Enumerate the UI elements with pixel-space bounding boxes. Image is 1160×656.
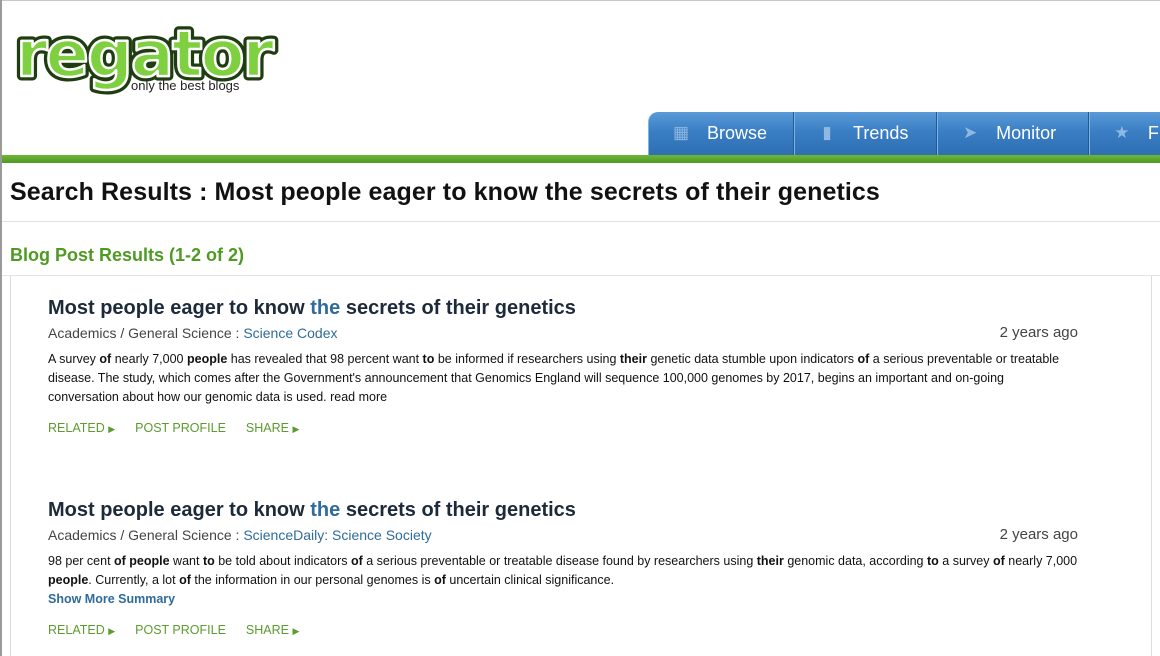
result-item: Most people eager to know the secrets of… <box>48 296 1078 435</box>
keyword-highlight: people <box>48 573 89 587</box>
related-label: RELATED <box>48 421 105 435</box>
logo-tagline: only the best blogs <box>131 78 240 93</box>
tab-monitor[interactable]: ➤ Monitor <box>937 112 1089 155</box>
tab-browse[interactable]: ▦ Browse <box>648 112 794 155</box>
result-age: 2 years ago <box>999 324 1078 341</box>
result-title-part: secrets of their genetics <box>340 297 576 319</box>
play-arrow-icon: ▶ <box>292 626 300 636</box>
keyword-highlight: their <box>756 554 784 568</box>
play-arrow-icon: ▶ <box>108 424 116 434</box>
keyword-highlight: their <box>619 352 647 366</box>
result-source-link[interactable]: Science Codex <box>243 325 337 341</box>
keyword-highlight: of people <box>114 554 170 568</box>
result-title-highlight: the <box>310 297 341 319</box>
share-label: SHARE <box>245 623 289 637</box>
tab-trends[interactable]: ▮ Trends <box>794 112 938 155</box>
related-label: RELATED <box>48 623 105 637</box>
monitor-icon: ➤ <box>963 123 978 142</box>
meta-separator: : <box>231 527 244 543</box>
tab-monitor-label: Monitor <box>996 123 1057 143</box>
result-meta: Academics / General Science : Science Co… <box>48 322 1078 344</box>
keyword-highlight: of <box>99 352 112 366</box>
keyword-highlight: to <box>202 554 215 568</box>
keyword-highlight: of <box>434 573 446 587</box>
meta-separator: : <box>231 325 244 341</box>
result-title-part: Most people eager to know <box>48 297 311 319</box>
tab-favorites[interactable]: ★ F <box>1088 112 1160 155</box>
keyword-highlight: of <box>857 352 870 366</box>
tab-trends-label: Trends <box>853 123 909 143</box>
result-category: Academics / General Science <box>48 527 232 543</box>
result-title-part: secrets of their genetics <box>340 499 576 521</box>
section-title: Blog Post Results (1-2 of 2) <box>10 245 245 265</box>
page-title: Search Results : Most people eager to kn… <box>10 178 880 206</box>
result-category: Academics / General Science <box>48 325 232 341</box>
result-actions: RELATED ▶ POST PROFILE SHARE ▶ <box>48 623 1078 637</box>
keyword-highlight: of <box>179 573 191 587</box>
result-title-highlight: the <box>310 499 341 521</box>
browse-icon: ▦ <box>672 123 690 142</box>
result-age: 2 years ago <box>999 526 1078 543</box>
summary-text: 98 per cent of people want to be told ab… <box>48 554 1078 587</box>
main-nav-tabs: ▦ Browse ▮ Trends ➤ Monitor ★ F <box>648 112 1160 155</box>
show-more-summary-link[interactable]: Show More Summary <box>48 592 175 606</box>
tab-favorites-label: F <box>1147 123 1159 143</box>
keyword-highlight: of <box>992 554 1005 568</box>
divider <box>2 221 1160 222</box>
result-item: Most people eager to know the secrets of… <box>48 498 1078 637</box>
post-profile-link[interactable]: POST PROFILE <box>135 421 226 435</box>
result-title-part: Most people eager to know <box>48 499 311 521</box>
keyword-highlight: to <box>422 352 435 366</box>
share-label: SHARE <box>245 421 289 435</box>
result-summary: A survey of nearly 7,000 people has reve… <box>48 352 1060 404</box>
post-profile-link[interactable]: POST PROFILE <box>135 623 226 637</box>
keyword-highlight: to <box>926 554 939 568</box>
star-icon: ★ <box>1114 123 1130 142</box>
share-button[interactable]: SHARE ▶ <box>246 421 299 435</box>
result-actions: RELATED ▶ POST PROFILE SHARE ▶ <box>48 421 1078 435</box>
result-summary: 98 per cent of people want to be told ab… <box>48 552 1078 609</box>
result-title[interactable]: Most people eager to know the secrets of… <box>48 296 1078 320</box>
result-meta: Academics / General Science : ScienceDai… <box>48 524 1078 546</box>
play-arrow-icon: ▶ <box>292 424 300 434</box>
play-arrow-icon: ▶ <box>108 626 116 636</box>
related-button[interactable]: RELATED ▶ <box>48 421 115 435</box>
share-button[interactable]: SHARE ▶ <box>246 623 299 637</box>
tab-browse-label: Browse <box>707 123 768 143</box>
result-source-link[interactable]: ScienceDaily: Science Society <box>243 527 431 543</box>
result-title[interactable]: Most people eager to know the secrets of… <box>48 498 1078 522</box>
nav-green-bar <box>2 155 1160 163</box>
site-header: regator regator only the best blogs ▦ Br… <box>0 0 1160 163</box>
related-button[interactable]: RELATED ▶ <box>48 623 115 637</box>
keyword-highlight: people <box>186 352 228 366</box>
trends-icon: ▮ <box>822 123 832 142</box>
keyword-highlight: of <box>350 554 363 568</box>
